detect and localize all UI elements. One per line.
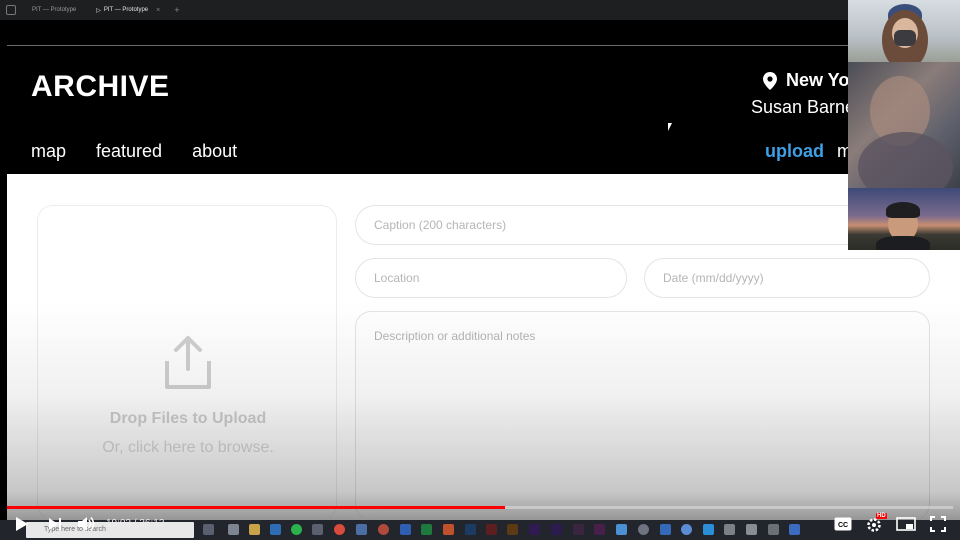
nav-map[interactable]: map	[31, 141, 66, 162]
settings-button[interactable]: HD	[864, 512, 887, 536]
captions-button[interactable]: CC	[833, 512, 853, 536]
nav-featured[interactable]: featured	[96, 141, 162, 162]
play-icon: ▷	[96, 7, 101, 14]
browser-tab[interactable]: PIT — Prototype	[24, 0, 84, 20]
video-progress-bar[interactable]	[7, 506, 953, 509]
participant-video-3[interactable]	[848, 188, 960, 250]
video-progress-fill	[7, 506, 505, 509]
next-button[interactable]	[45, 512, 65, 536]
hair-shape	[886, 202, 920, 218]
participant-video-2[interactable]	[848, 62, 960, 188]
upload-page: Drop Files to Upload Or, click here to b…	[7, 174, 960, 520]
menu-icon[interactable]	[6, 5, 16, 15]
svg-text:CC: CC	[838, 522, 848, 529]
date-input[interactable]	[644, 258, 930, 298]
miniplayer-button[interactable]	[895, 512, 917, 536]
upload-icon	[165, 336, 211, 389]
nav-upload[interactable]: upload	[765, 141, 824, 162]
volume-button[interactable]	[75, 512, 97, 536]
video-controls: 19:03 / 36:12 CC HD	[0, 512, 960, 536]
location-label: New Yo	[786, 70, 850, 90]
miniplayer-icon	[896, 517, 916, 531]
drop-title: Drop Files to Upload	[109, 410, 267, 427]
fullscreen-button[interactable]	[927, 512, 949, 536]
volume-icon	[78, 517, 95, 531]
browser-tab-active[interactable]: ▷ PIT — Prototype ×	[88, 0, 168, 20]
divider	[7, 45, 960, 46]
tab-label: PIT — Prototype	[32, 7, 77, 13]
user-name[interactable]: Susan Barne	[751, 97, 855, 118]
fullscreen-icon	[930, 516, 946, 532]
mouse-cursor-icon	[668, 123, 676, 131]
main-nav: map featured about	[31, 141, 267, 162]
play-button[interactable]	[12, 512, 32, 536]
close-tab-icon[interactable]: ×	[156, 7, 160, 14]
hd-badge: HD	[876, 513, 887, 519]
tab-label: PIT — Prototype	[103, 7, 149, 13]
location-input[interactable]	[355, 258, 627, 298]
archive-app: ARCHIVE New Yo Susan Barne map featured …	[7, 20, 960, 520]
location-indicator[interactable]: New Yo	[763, 70, 849, 91]
skip-next-icon	[49, 518, 61, 530]
closed-captions-icon: CC	[834, 517, 852, 531]
browse-link[interactable]: Or, click here to browse.	[38, 439, 338, 457]
app-logo[interactable]: ARCHIVE	[31, 70, 170, 104]
location-pin-icon	[763, 71, 777, 90]
participant-video-1[interactable]	[848, 0, 960, 62]
browser-tab-strip: PIT — Prototype ▷ PIT — Prototype × +	[0, 0, 960, 20]
play-icon	[16, 517, 28, 531]
body-shape	[876, 236, 930, 250]
nav-about[interactable]: about	[192, 141, 237, 162]
app-header: ARCHIVE New Yo Susan Barne map featured …	[7, 20, 960, 174]
description-textarea[interactable]	[355, 311, 930, 520]
blurred-body-shape	[858, 132, 953, 188]
video-time: 19:03 / 36:12	[106, 518, 165, 529]
mask-shape	[894, 30, 916, 46]
new-tab-button[interactable]: +	[174, 5, 179, 15]
file-drop-zone[interactable]: Drop Files to Upload Or, click here to b…	[37, 205, 337, 520]
